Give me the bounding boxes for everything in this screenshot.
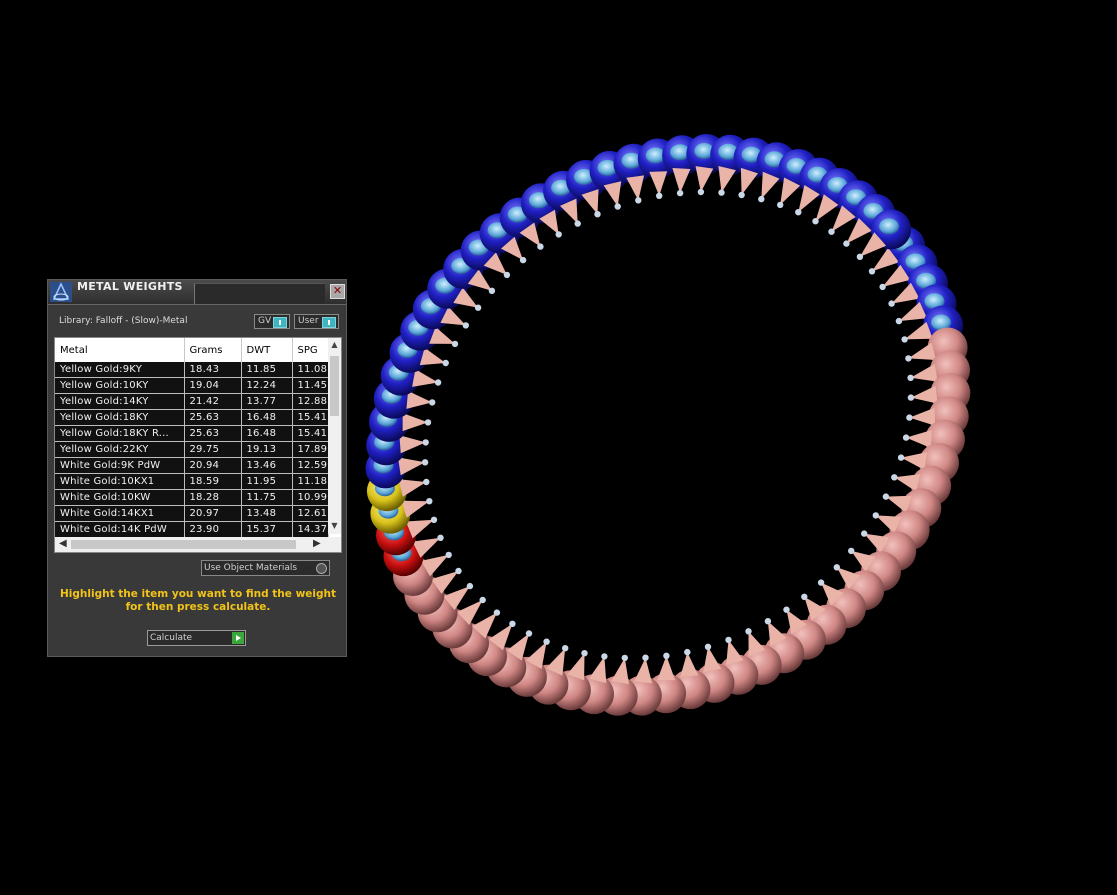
cell-grams: 20.94: [184, 457, 242, 474]
cell-metal: White Gold:14KX1: [55, 505, 185, 522]
cell-metal: White Gold:14K PdW: [55, 521, 185, 538]
vertical-scroll-thumb[interactable]: [330, 356, 339, 416]
use-object-materials-button[interactable]: Use Object Materials: [201, 560, 330, 576]
cell-dwt: 16.48: [241, 425, 293, 442]
library-label: Library: Falloff - (Slow)-Metal: [59, 316, 188, 326]
play-icon: [232, 632, 244, 644]
cell-dwt: 13.48: [241, 505, 293, 522]
cell-dwt: 16.48: [241, 409, 293, 426]
cell-metal: White Gold:10KX1: [55, 473, 185, 490]
cell-metal: Yellow Gold:22KY: [55, 441, 185, 458]
cell-spg: 12.61: [292, 505, 329, 522]
user-toggle-label: User: [298, 316, 319, 326]
table-row[interactable]: White Gold:10KW 18.28 11.75 10.99: [55, 489, 329, 506]
toggle-switch-icon: [322, 317, 336, 328]
scroll-up-icon[interactable]: ▲: [328, 340, 341, 352]
cell-spg: 11.08: [292, 362, 329, 378]
cell-spg: 15.41: [292, 409, 329, 426]
scroll-left-icon[interactable]: ◀: [59, 538, 67, 549]
horizontal-scroll-thumb[interactable]: [71, 540, 296, 549]
table-row[interactable]: White Gold:9K PdW 20.94 13.46 12.59: [55, 457, 329, 474]
table-row[interactable]: White Gold:14KX1 20.97 13.48 12.61: [55, 505, 329, 522]
cell-grams: 25.63: [184, 409, 242, 426]
close-icon[interactable]: ✕: [330, 284, 345, 299]
cell-spg: 11.18: [292, 473, 329, 490]
cell-metal: Yellow Gold:14KY: [55, 393, 185, 410]
gv-toggle-label: GV: [258, 316, 272, 326]
cell-spg: 12.59: [292, 457, 329, 474]
horizontal-scrollbar[interactable]: ◀ ▶: [55, 537, 341, 552]
panel-title: METAL WEIGHTS: [77, 280, 183, 293]
cell-metal: White Gold:10KW: [55, 489, 185, 506]
use-object-materials-label: Use Object Materials: [204, 563, 298, 573]
cell-spg: 11.45: [292, 377, 329, 394]
cell-grams: 18.43: [184, 362, 242, 378]
cell-spg: 12.88: [292, 393, 329, 410]
col-header-dwt[interactable]: DWT: [241, 338, 293, 362]
table-row[interactable]: Yellow Gold:22KY 29.75 19.13 17.89: [55, 441, 329, 458]
cell-metal: White Gold:9K PdW: [55, 457, 185, 474]
cell-spg: 17.89: [292, 441, 329, 458]
radio-knob-icon: [316, 563, 327, 574]
metal-weights-panel: METAL WEIGHTS ✕ Library: Falloff - (Slow…: [47, 279, 347, 657]
scroll-down-icon[interactable]: ▼: [328, 521, 341, 533]
table-header-row: Metal Grams DWT SPG: [55, 338, 329, 362]
cell-grams: 18.28: [184, 489, 242, 506]
table-row[interactable]: Yellow Gold:9KY 18.43 11.85 11.08: [55, 362, 329, 378]
table-row[interactable]: White Gold:10KX1 18.59 11.95 11.18: [55, 473, 329, 490]
cell-grams: 20.97: [184, 505, 242, 522]
col-header-spg[interactable]: SPG: [292, 338, 329, 362]
col-header-metal[interactable]: Metal: [55, 338, 185, 362]
cell-dwt: 11.95: [241, 473, 293, 490]
cell-grams: 18.59: [184, 473, 242, 490]
col-header-grams[interactable]: Grams: [184, 338, 242, 362]
cell-dwt: 15.37: [241, 521, 293, 538]
gv-toggle[interactable]: GV: [254, 314, 290, 329]
vertical-scrollbar[interactable]: ▲ ▼: [328, 338, 341, 534]
cell-grams: 25.63: [184, 425, 242, 442]
cell-spg: 15.41: [292, 425, 329, 442]
cell-metal: Yellow Gold:9KY: [55, 362, 185, 378]
cell-metal: Yellow Gold:18KY R...: [55, 425, 185, 442]
cell-dwt: 19.13: [241, 441, 293, 458]
cell-dwt: 13.77: [241, 393, 293, 410]
user-toggle[interactable]: User: [294, 314, 339, 329]
cell-grams: 19.04: [184, 377, 242, 394]
cell-dwt: 11.85: [241, 362, 293, 378]
cell-grams: 29.75: [184, 441, 242, 458]
scroll-right-icon[interactable]: ▶: [313, 538, 321, 549]
table-row[interactable]: Yellow Gold:18KY 25.63 16.48 15.41: [55, 409, 329, 426]
calculate-label: Calculate: [150, 633, 193, 643]
table-row[interactable]: Yellow Gold:14KY 21.42 13.77 12.88: [55, 393, 329, 410]
cell-metal: Yellow Gold:18KY: [55, 409, 185, 426]
cell-spg: 14.37: [292, 521, 329, 538]
panel-titlebar[interactable]: METAL WEIGHTS ✕: [48, 280, 346, 305]
title-tab: [194, 283, 325, 304]
table-row[interactable]: Yellow Gold:10KY 19.04 12.24 11.45: [55, 377, 329, 394]
cell-dwt: 11.75: [241, 489, 293, 506]
calculate-button[interactable]: Calculate: [147, 630, 246, 646]
cell-spg: 10.99: [292, 489, 329, 506]
cell-metal: Yellow Gold:10KY: [55, 377, 185, 394]
toggle-switch-icon: [273, 317, 287, 328]
instruction-text: Highlight the item you want to find the …: [60, 588, 336, 613]
table-row[interactable]: Yellow Gold:18KY R... 25.63 16.48 15.41: [55, 425, 329, 442]
app-logo-icon: [50, 282, 72, 302]
cell-dwt: 12.24: [241, 377, 293, 394]
metal-table[interactable]: Metal Grams DWT SPG Yellow Gold:9KY 18.43…: [54, 337, 342, 553]
cell-grams: 23.90: [184, 521, 242, 538]
cell-dwt: 13.46: [241, 457, 293, 474]
cell-grams: 21.42: [184, 393, 242, 410]
ring-model[interactable]: [285, 50, 1051, 799]
table-row[interactable]: White Gold:14K PdW 23.90 15.37 14.37: [55, 521, 329, 538]
